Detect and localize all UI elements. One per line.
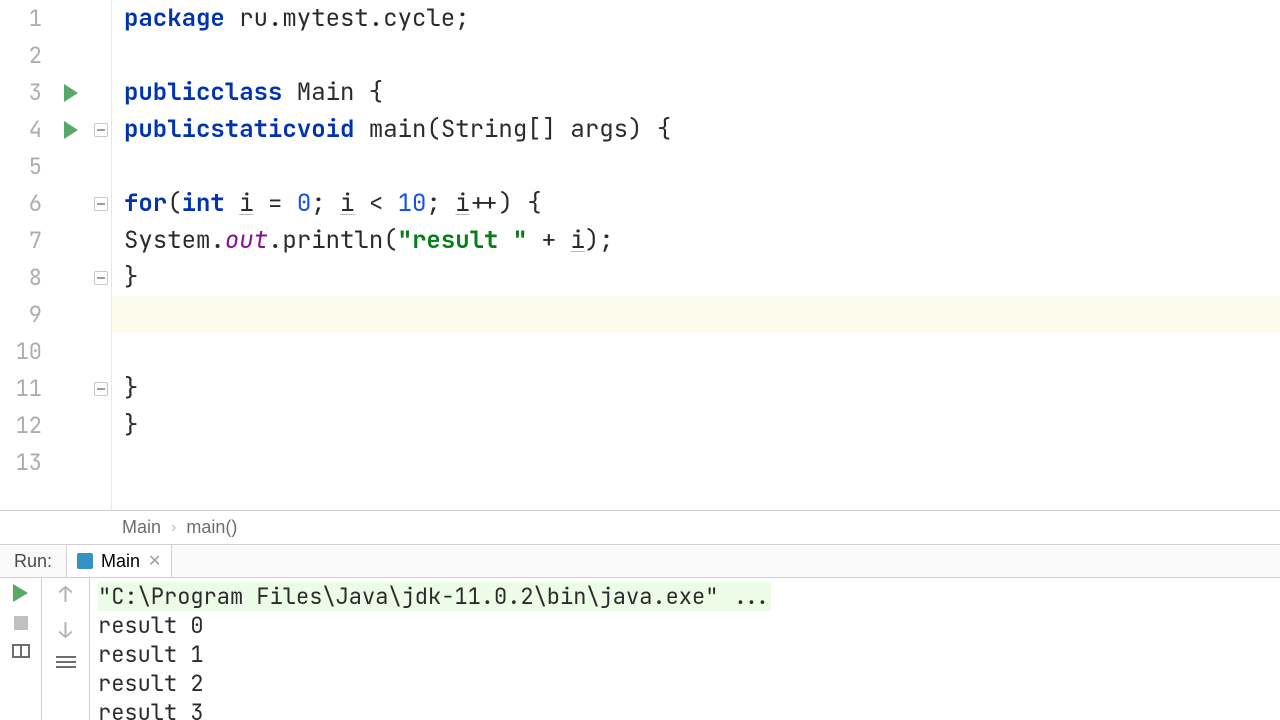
- run-tab[interactable]: Main ✕: [66, 545, 172, 577]
- console-line: result 2: [98, 669, 204, 698]
- breadcrumb-item[interactable]: Main: [122, 517, 161, 538]
- run-line-icon[interactable]: [64, 121, 78, 139]
- editor-pane: 1 2 3 4 5 6 7 8 9 10 11 12 13: [0, 0, 1280, 510]
- code-line[interactable]: for(int i = 0; i < 10; i++) {: [112, 185, 1280, 222]
- arrow-down-icon[interactable]: ↓: [59, 620, 72, 642]
- line-number[interactable]: 8: [0, 259, 52, 296]
- fold-toggle-icon[interactable]: [94, 123, 108, 137]
- fold-toggle-icon[interactable]: [94, 197, 108, 211]
- console-line: result 3: [98, 698, 204, 720]
- run-marker-gutter: [52, 0, 90, 510]
- code-line[interactable]: }: [112, 259, 1280, 296]
- chevron-right-icon: ›: [171, 519, 176, 537]
- code-area[interactable]: package ru.mytest.cycle; public class Ma…: [112, 0, 1280, 510]
- breadcrumb-item[interactable]: main(): [186, 517, 237, 538]
- code-line-current[interactable]: [112, 296, 1280, 333]
- run-tools-secondary: ↑ ↓: [42, 578, 90, 720]
- run-tools-primary: [0, 578, 42, 720]
- code-line[interactable]: [112, 148, 1280, 185]
- code-line[interactable]: [112, 333, 1280, 370]
- console-line: result 0: [98, 611, 204, 640]
- run-tab-name: Main: [101, 551, 140, 572]
- code-line[interactable]: }: [112, 407, 1280, 444]
- ide-root: 1 2 3 4 5 6 7 8 9 10 11 12 13: [0, 0, 1280, 720]
- console-output[interactable]: "C:\Program Files\Java\jdk-11.0.2\bin\ja…: [90, 578, 1280, 720]
- code-line[interactable]: System.out.println("result " + i);: [112, 222, 1280, 259]
- stop-icon[interactable]: [14, 616, 28, 630]
- line-number[interactable]: 11: [0, 370, 52, 407]
- line-number[interactable]: 12: [0, 407, 52, 444]
- breadcrumb: Main › main(): [0, 510, 1280, 544]
- fold-toggle-icon[interactable]: [94, 382, 108, 396]
- line-number[interactable]: 5: [0, 148, 52, 185]
- line-number[interactable]: 7: [0, 222, 52, 259]
- code-line[interactable]: [112, 444, 1280, 481]
- java-app-icon: [77, 553, 93, 569]
- run-panel-header: Run: Main ✕: [0, 544, 1280, 578]
- fold-gutter: [90, 0, 112, 510]
- line-number[interactable]: 2: [0, 37, 52, 74]
- line-number[interactable]: 4: [0, 111, 52, 148]
- arrow-up-icon[interactable]: ↑: [59, 584, 72, 606]
- line-number[interactable]: 10: [0, 333, 52, 370]
- line-number[interactable]: 9: [0, 296, 52, 333]
- code-line[interactable]: public class Main {: [112, 74, 1280, 111]
- code-line[interactable]: package ru.mytest.cycle;: [112, 0, 1280, 37]
- line-number-gutter: 1 2 3 4 5 6 7 8 9 10 11 12 13: [0, 0, 52, 510]
- soft-wrap-icon[interactable]: [56, 656, 76, 670]
- run-line-icon[interactable]: [64, 84, 78, 102]
- rerun-icon[interactable]: [13, 584, 28, 602]
- code-line[interactable]: [112, 37, 1280, 74]
- console-line: result 1: [98, 640, 204, 669]
- line-number[interactable]: 3: [0, 74, 52, 111]
- close-icon[interactable]: ✕: [148, 551, 161, 571]
- run-panel-body: ↑ ↓ "C:\Program Files\Java\jdk-11.0.2\bi…: [0, 578, 1280, 720]
- line-number[interactable]: 1: [0, 0, 52, 37]
- run-panel-label: Run:: [0, 551, 66, 572]
- code-line[interactable]: }: [112, 370, 1280, 407]
- fold-toggle-icon[interactable]: [94, 271, 108, 285]
- line-number[interactable]: 13: [0, 444, 52, 481]
- line-number[interactable]: 6: [0, 185, 52, 222]
- console-command: "C:\Program Files\Java\jdk-11.0.2\bin\ja…: [98, 582, 771, 611]
- layout-icon[interactable]: [12, 644, 30, 658]
- code-line[interactable]: public static void main(String[] args) {: [112, 111, 1280, 148]
